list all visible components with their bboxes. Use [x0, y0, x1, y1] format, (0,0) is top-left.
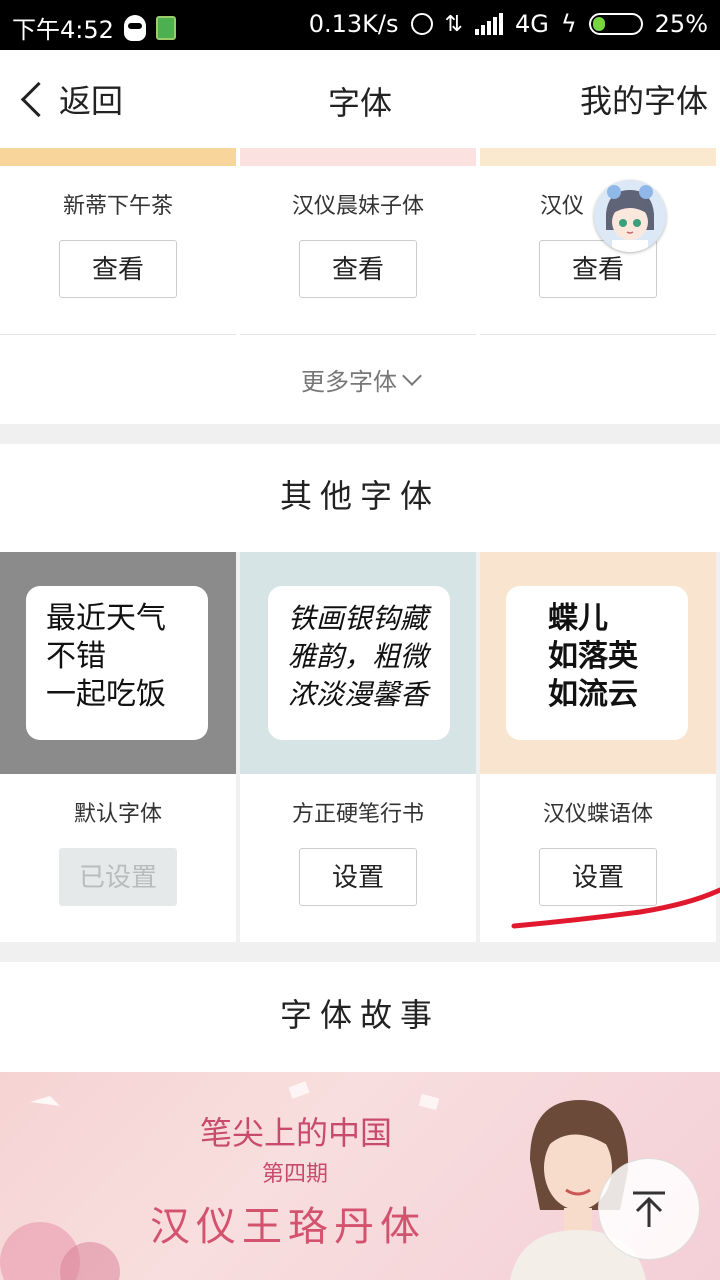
font-card: 最近天气 不错 一起吃饭 默认字体 已设置	[0, 552, 236, 942]
font-name: 新蒂下午茶	[62, 194, 173, 219]
font-name: 默认字体	[73, 802, 162, 827]
preview-bubble: 最近天气 不错 一起吃饭	[26, 586, 208, 740]
arrow-up-icon	[633, 1191, 665, 1227]
chevron-down-icon	[402, 366, 422, 386]
other-fonts-heading: 其他字体	[0, 444, 720, 552]
preview-bubble: 蝶儿 如落英 如流云	[506, 586, 688, 740]
preview-bubble: 铁画银钩藏 雅韵，粗微 浓淡漫馨香	[268, 586, 450, 740]
font-card-strip	[480, 148, 716, 166]
view-button[interactable]: 查看	[59, 240, 177, 298]
more-fonts-label: 更多字体	[301, 367, 397, 396]
font-name: 汉仪蝶语体	[542, 802, 653, 827]
signal-icon	[474, 13, 503, 35]
banner-font-name: 汉仪王珞丹体	[150, 1204, 426, 1250]
font-card-strip	[240, 148, 476, 166]
battery-icon	[588, 13, 643, 35]
font-preview: 最近天气 不错 一起吃饭	[0, 552, 236, 774]
notification-app-icon	[155, 15, 176, 40]
status-time: 下午4:52	[12, 16, 114, 44]
preview-line: 如流云	[548, 677, 638, 712]
network-speed: 0.13K/s	[308, 10, 399, 38]
red-annotation-underline	[511, 887, 720, 929]
font-name: 方正硬笔行书	[291, 802, 424, 827]
font-name: 汉仪晨妹子体	[291, 194, 424, 219]
alarm-icon	[410, 13, 433, 35]
font-card: 汉仪 查看	[480, 148, 716, 335]
font-preview: 蝶儿 如落英 如流云	[480, 552, 716, 774]
status-bar: 下午4:52 0.13K/s ⇅ 4G ϟ 25%	[0, 0, 720, 50]
network-type: 4G	[514, 10, 549, 38]
preview-line: 不错	[46, 639, 106, 674]
my-fonts-button[interactable]: 我的字体	[580, 76, 708, 122]
font-card: 新蒂下午茶 查看	[0, 148, 236, 335]
preview-line: 如落英	[548, 639, 638, 674]
font-card: 汉仪晨妹子体 查看	[240, 148, 476, 335]
floating-avatar[interactable]	[594, 180, 666, 252]
banner-title: 笔尖上的中国	[200, 1114, 393, 1152]
font-card-strip	[0, 148, 236, 166]
qq-icon	[123, 14, 146, 41]
back-to-top-button[interactable]	[598, 1158, 700, 1260]
preview-line: 雅韵，粗微	[288, 640, 429, 673]
avatar-character-icon	[594, 180, 666, 252]
preview-line: 最近天气	[46, 601, 166, 636]
preview-line: 铁画银钩藏	[288, 602, 429, 635]
font-stories-heading: 字体故事	[0, 962, 720, 1072]
font-card: 铁画银钩藏 雅韵，粗微 浓淡漫馨香 方正硬笔行书 设置	[240, 552, 476, 942]
top-nav-bar: 返回 字体 我的字体	[0, 50, 720, 148]
already-set-button: 已设置	[59, 848, 177, 906]
battery-level: 25%	[654, 10, 708, 38]
preview-line: 一起吃饭	[46, 677, 166, 712]
preview-line: 蝶儿	[548, 601, 608, 636]
banner-issue: 第四期	[262, 1162, 329, 1187]
font-preview: 铁画银钩藏 雅韵，粗微 浓淡漫馨香	[240, 552, 476, 774]
more-fonts-button[interactable]: 更多字体	[0, 334, 720, 424]
charging-icon: ϟ	[560, 10, 577, 38]
preview-line: 浓淡漫馨香	[288, 678, 429, 711]
data-transfer-icon: ⇅	[444, 11, 463, 37]
set-font-button[interactable]: 设置	[299, 848, 417, 906]
view-button[interactable]: 查看	[299, 240, 417, 298]
